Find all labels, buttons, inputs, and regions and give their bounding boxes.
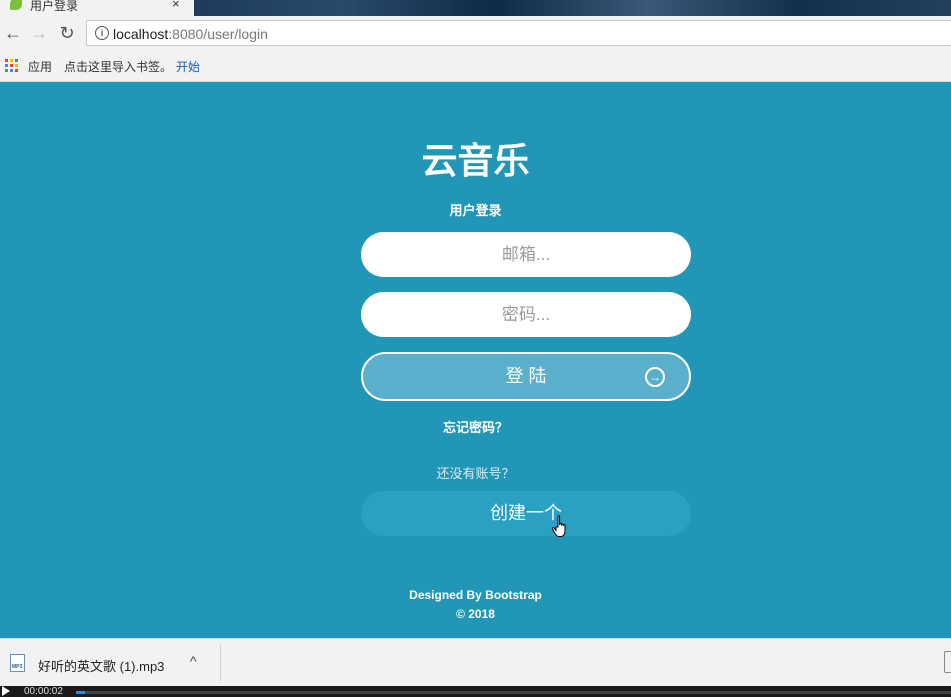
footer-credit: Designed By Bootstrap <box>409 588 542 602</box>
playback-progress[interactable] <box>76 691 951 694</box>
play-icon[interactable] <box>2 686 10 696</box>
apps-grid-dot <box>15 59 18 62</box>
video-player-bar: 00:00:02 <box>0 686 951 697</box>
forgot-password-link[interactable]: 忘记密码？ <box>0 417 951 436</box>
page-subtitle: 用户登录 <box>449 203 502 218</box>
apps-grid-dot <box>10 59 13 62</box>
browser-tab[interactable]: 用户登录 × <box>0 0 194 16</box>
login-button-label: 登 陆 <box>505 366 547 386</box>
playback-time: 00:00:02 <box>24 686 63 697</box>
close-tab-icon[interactable]: × <box>172 0 180 11</box>
no-account-text: 还没有账号？ <box>436 466 515 481</box>
bookmark-start-link[interactable]: 开始 <box>176 58 200 75</box>
arrow-right-circle-icon: → <box>645 367 665 387</box>
page-title: 云音乐 <box>421 140 530 181</box>
address-toolbar: ← → ↻ i localhost:8080/user/login <box>0 16 951 50</box>
apps-grid-dot <box>10 64 13 67</box>
apps-grid-dot <box>10 69 13 72</box>
url-host: localhost <box>113 26 169 42</box>
site-info-icon[interactable]: i <box>95 26 109 40</box>
apps-grid-dot <box>5 59 8 62</box>
back-arrow-icon[interactable]: ← <box>2 22 24 44</box>
apps-grid-icon[interactable] <box>5 59 18 72</box>
bookmark-import-hint: 点击这里导入书签。 <box>64 60 173 74</box>
url-text[interactable]: localhost:8080/user/login <box>113 26 268 42</box>
apps-grid-dot <box>5 69 8 72</box>
tab-title: 用户登录 <box>30 0 79 13</box>
login-page: 云音乐 用户登录 登 陆 → 忘记密码？ 还没有账号？ 创建一个 Designe… <box>0 82 951 638</box>
bookmarks-bar: 应用 点击这里导入书签。 开始 <box>0 50 951 82</box>
apps-grid-dot <box>15 69 18 72</box>
address-bar[interactable]: i localhost:8080/user/login <box>86 20 951 46</box>
show-all-button[interactable] <box>944 651 951 673</box>
file-extension: MP3 <box>12 664 23 670</box>
password-field[interactable] <box>361 292 691 337</box>
reload-icon[interactable]: ↻ <box>56 22 78 44</box>
download-shelf: MP3 好听的英文歌 (1).mp3 ^ <box>0 638 951 686</box>
bookmark-apps[interactable]: 应用 <box>28 58 52 75</box>
leaf-favicon-icon <box>10 0 22 10</box>
download-file-name[interactable]: 好听的英文歌 (1).mp3 <box>38 656 164 675</box>
tab-strip-background <box>190 0 951 16</box>
footer-copyright: © 2018 <box>456 607 495 621</box>
playback-progress-fill <box>76 691 85 694</box>
hand-pointer-cursor-icon <box>551 515 566 537</box>
apps-grid-dot <box>5 64 8 67</box>
audio-file-icon: MP3 <box>10 654 25 672</box>
login-button[interactable]: 登 陆 → <box>361 352 691 401</box>
download-divider <box>220 645 221 681</box>
chevron-up-icon[interactable]: ^ <box>190 653 197 669</box>
apps-grid-dot <box>15 64 18 67</box>
create-account-button[interactable]: 创建一个 <box>361 491 691 536</box>
forward-arrow-icon[interactable]: → <box>28 22 50 44</box>
email-field[interactable] <box>361 232 691 277</box>
browser-tab-strip: 用户登录 × <box>0 0 951 16</box>
url-path: :8080/user/login <box>168 26 268 42</box>
